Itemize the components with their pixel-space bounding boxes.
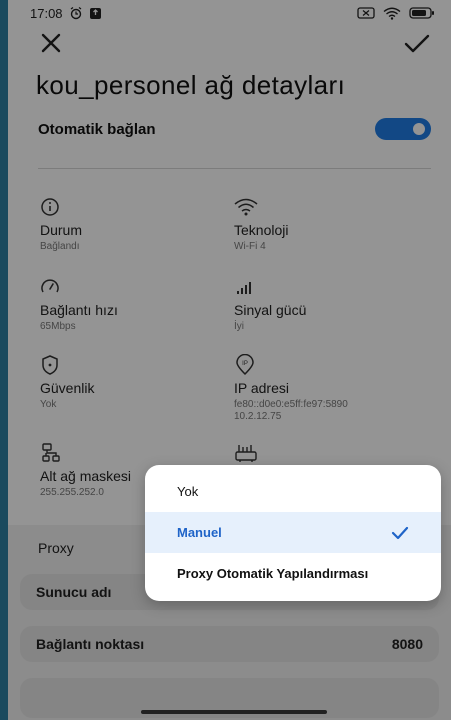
dropdown-option-auto-config[interactable]: Proxy Otomatik Yapılandırması (145, 553, 441, 594)
option-label: Manuel (177, 525, 222, 540)
screen: 17:08 kou_personel ağ detayları Otomatik… (8, 0, 451, 720)
modal-scrim[interactable] (8, 0, 451, 720)
check-icon (391, 526, 409, 539)
proxy-dropdown: Yok Manuel Proxy Otomatik Yapılandırması (145, 465, 441, 601)
option-label: Proxy Otomatik Yapılandırması (177, 566, 369, 581)
option-label: Yok (177, 484, 199, 499)
dropdown-option-manual[interactable]: Manuel (145, 512, 441, 553)
dropdown-option-none[interactable]: Yok (145, 471, 441, 512)
home-indicator[interactable] (141, 710, 327, 714)
